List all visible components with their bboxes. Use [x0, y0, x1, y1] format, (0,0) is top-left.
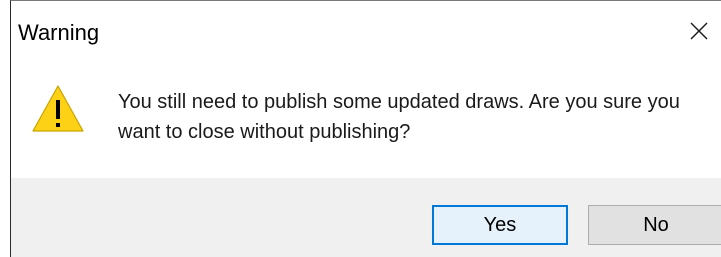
close-button[interactable] — [677, 9, 721, 53]
close-icon — [690, 22, 708, 40]
dialog-content: You still need to publish some updated d… — [11, 61, 721, 178]
warning-icon — [32, 85, 84, 132]
dialog-button-bar: Yes No — [11, 178, 721, 257]
no-button[interactable]: No — [588, 205, 721, 245]
dialog-title: Warning — [18, 20, 100, 45]
yes-button[interactable]: Yes — [432, 205, 568, 245]
dialog-titlebar[interactable]: Warning — [11, 1, 721, 61]
warning-dialog: Warning You still need to publish some u… — [10, 0, 721, 257]
dialog-message: You still need to publish some updated d… — [118, 91, 680, 143]
